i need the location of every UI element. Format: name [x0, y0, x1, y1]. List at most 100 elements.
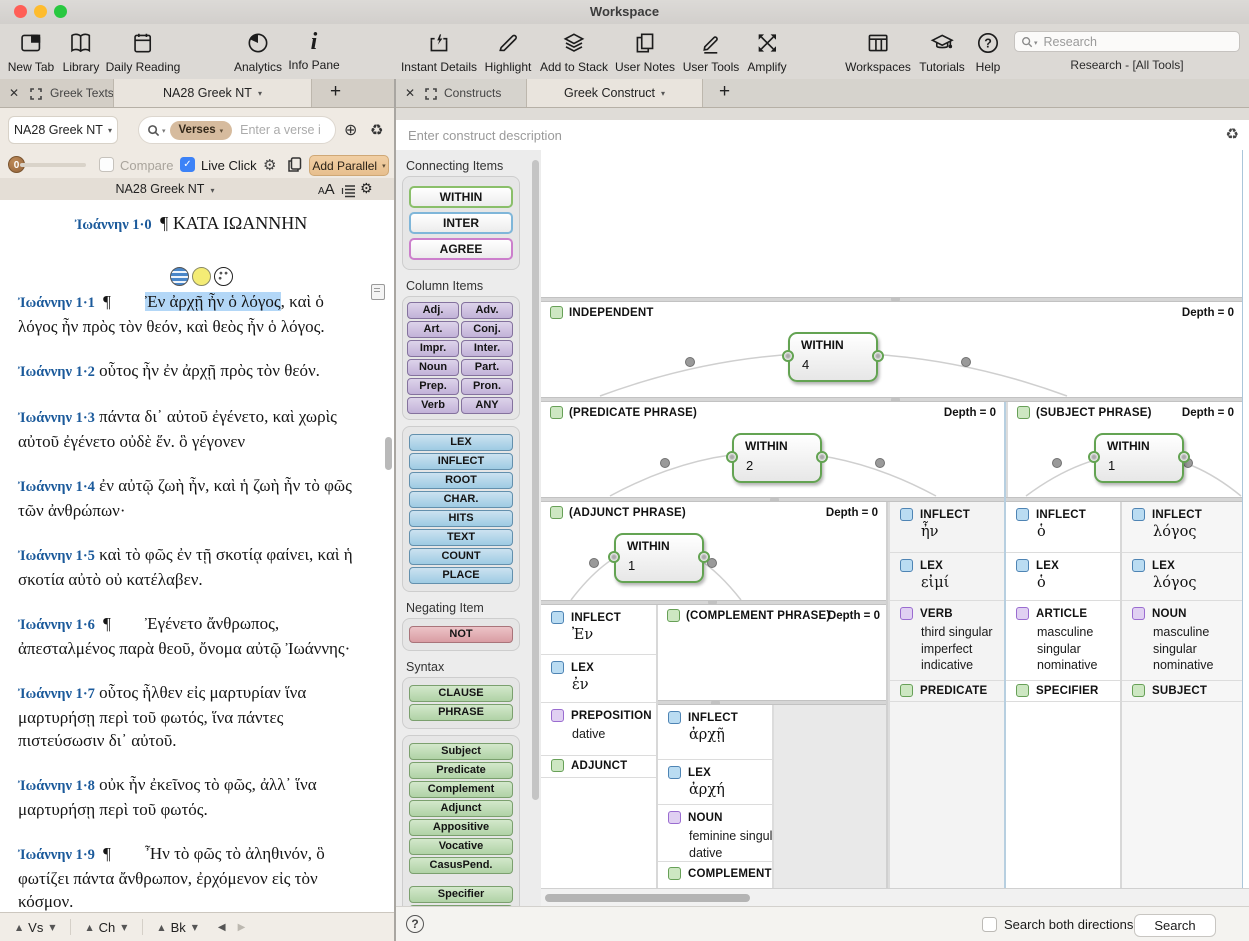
up-arrow-icon[interactable]: ▲	[16, 923, 22, 932]
toolbar-amplify[interactable]: Amplify	[747, 28, 786, 74]
pos-cell[interactable]: NOUN feminine singular dative	[658, 805, 772, 862]
palette-button-subject[interactable]: Subject	[409, 743, 513, 760]
adjunct-item-column[interactable]: INFLECT Ἐν LEX ἐν PREPOSITION dative ADJ…	[541, 605, 656, 888]
connector-port[interactable]	[782, 350, 794, 362]
verse-ref[interactable]: Ἰωάννην 1·1	[18, 295, 95, 311]
verse-ref[interactable]: Ἰωάννην 1·7	[18, 686, 95, 702]
verse-ref[interactable]: Ἰωάννην 1·6	[18, 617, 95, 633]
connector-port[interactable]	[698, 551, 710, 563]
scrollbar-thumb[interactable]	[545, 894, 750, 902]
role-cell[interactable]: COMPLEMENT	[658, 862, 772, 888]
role-cell[interactable]: SUBJECT	[1122, 681, 1242, 702]
lex-cell[interactable]: LEX λόγος	[1122, 553, 1242, 601]
toolbar-analytics[interactable]: Analytics	[234, 28, 282, 74]
within-node-predicate[interactable]: WITHIN 2	[732, 433, 822, 483]
verse-ref[interactable]: Ἰωάννην 1·5	[18, 548, 95, 564]
hits-slider-track[interactable]	[20, 163, 86, 167]
specifier-item-column[interactable]: INFLECT ὁ LEX ὁ ARTICLE masculine singul…	[1006, 502, 1120, 888]
research-input[interactable]	[1042, 34, 1206, 50]
verse-input[interactable]	[238, 122, 326, 138]
tab-greek-construct[interactable]: Greek Construct▾	[526, 79, 703, 107]
search-both-directions-checkbox[interactable]	[982, 917, 997, 932]
lex-cell[interactable]: LEX ἐν	[541, 655, 656, 703]
verse-ref[interactable]: Ἰωάννην 1·0	[75, 217, 152, 233]
palette-button-hits[interactable]: HITS	[409, 510, 513, 527]
toolbar-workspaces[interactable]: Workspaces	[845, 28, 911, 74]
palette-button-predicate[interactable]: Predicate	[409, 762, 513, 779]
yellow-dot-marker-icon[interactable]	[192, 267, 211, 286]
search-button[interactable]: Search	[1134, 914, 1216, 937]
toolbar-help[interactable]: ? Help	[975, 28, 1001, 74]
gear-icon[interactable]: ⚙	[360, 181, 373, 197]
palette-button-agree[interactable]: AGREE	[409, 238, 513, 260]
column-divider[interactable]	[656, 605, 658, 888]
verse-ref[interactable]: Ἰωάννην 1·3	[18, 410, 95, 426]
predicate-item-column[interactable]: INFLECT ἦν LEX εἰμί VERB third singular …	[890, 502, 1004, 888]
toolbar-new-tab[interactable]: New Tab	[8, 28, 54, 74]
resize-notch[interactable]	[891, 297, 900, 301]
palette-button-char[interactable]: CHAR.	[409, 491, 513, 508]
palette-button-verb[interactable]: Verb	[407, 397, 459, 414]
verse-ref[interactable]: Ἰωάννην 1·9	[18, 847, 95, 863]
connector-port[interactable]	[608, 551, 620, 563]
palette-button-noun[interactable]: Noun	[407, 359, 459, 376]
palette-button-part[interactable]: Part.	[461, 359, 513, 376]
connector-port[interactable]	[1088, 451, 1100, 463]
forward-arrow-icon[interactable]: ▶	[238, 922, 246, 933]
palette-button-phrase[interactable]: PHRASE	[409, 704, 513, 721]
pos-cell[interactable]: ARTICLE masculine singular nominative	[1006, 601, 1120, 681]
search-scope-pill[interactable]: Verses▾	[170, 121, 233, 140]
canvas-vertical-scrollbar[interactable]	[1242, 150, 1249, 890]
palette-button-appositive[interactable]: Appositive	[409, 819, 513, 836]
palette-button-inflect[interactable]: INFLECT	[409, 453, 513, 470]
subject-item-column[interactable]: INFLECT λόγος LEX λόγος NOUN masculine s…	[1122, 502, 1242, 888]
palette-button-clause[interactable]: CLAUSE	[409, 685, 513, 702]
selected-text[interactable]: Ἐν ἀρχῇ ἦν ὁ λόγος	[145, 292, 281, 311]
lex-cell[interactable]: LEX ὁ	[1006, 553, 1120, 601]
lex-cell[interactable]: LEX εἰμί	[890, 553, 1004, 601]
research-search-field[interactable]: ▾	[1014, 31, 1240, 52]
palette-button-any[interactable]: ANY	[461, 397, 513, 414]
expand-icon[interactable]	[425, 87, 437, 105]
row-separator[interactable]	[541, 497, 1242, 502]
canvas-horizontal-scrollbar[interactable]	[541, 888, 1249, 906]
pages-icon[interactable]	[286, 156, 303, 178]
inflect-cell[interactable]: INFLECT λόγος	[1122, 502, 1242, 553]
expand-icon[interactable]	[30, 87, 42, 105]
up-arrow-icon[interactable]: ▲	[86, 923, 92, 932]
column-divider[interactable]	[886, 502, 888, 888]
palette-button-lex[interactable]: LEX	[409, 434, 513, 451]
within-node-subject[interactable]: WITHIN 1	[1094, 433, 1184, 483]
palette-scrollbar-thumb[interactable]	[532, 160, 539, 800]
palette-button-impr[interactable]: Impr.	[407, 340, 459, 357]
resize-notch[interactable]	[770, 498, 779, 502]
lex-cell[interactable]: LEX ἀρχή	[658, 760, 772, 805]
pos-cell[interactable]: NOUN masculine singular nominative	[1122, 601, 1242, 681]
pos-cell[interactable]: VERB third singular imperfect indicative	[890, 601, 1004, 681]
palette-button-not[interactable]: NOT	[409, 626, 513, 643]
inflect-cell[interactable]: INFLECT Ἐν	[541, 605, 656, 655]
scripture-text-pane[interactable]: Ἰωάννην 1·0 ¶ ΚΑΤΑ ΙΩΑΝΝΗΝ Ἰωάννην 1·1 ¶…	[0, 200, 394, 912]
back-arrow-icon[interactable]: ◀	[218, 922, 226, 933]
palette-button-vocative[interactable]: Vocative	[409, 838, 513, 855]
inflect-cell[interactable]: INFLECT ὁ	[1006, 502, 1120, 553]
toolbar-daily-reading[interactable]: Daily Reading	[106, 28, 181, 74]
connector-port[interactable]	[872, 350, 884, 362]
live-click-checkbox[interactable]: ✓	[180, 157, 195, 172]
up-arrow-icon[interactable]: ▲	[158, 923, 164, 932]
text-scrollbar-thumb[interactable]	[385, 437, 392, 470]
down-arrow-icon[interactable]: ▼	[49, 923, 55, 932]
palette-button-conj[interactable]: Conj.	[461, 321, 513, 338]
complement-item-column[interactable]: INFLECT ἀρχῇ LEX ἀρχή NOUN feminine sing…	[658, 705, 772, 888]
role-cell[interactable]: ADJUNCT	[541, 756, 656, 778]
row-separator[interactable]	[658, 700, 886, 705]
toolbar-info-pane[interactable]: i Info Pane	[288, 28, 339, 72]
construct-canvas[interactable]: INDEPENDENT Depth = 0 (PREDICATE PHRASE)…	[541, 150, 1249, 906]
palette-marker-icon[interactable]	[214, 267, 233, 286]
pos-cell[interactable]: PREPOSITION dative	[541, 703, 656, 756]
add-parallel-button[interactable]: Add Parallel▾	[309, 155, 389, 176]
resize-notch[interactable]	[891, 398, 900, 402]
inflect-cell[interactable]: INFLECT ἦν	[890, 502, 1004, 553]
verse-ref[interactable]: Ἰωάννην 1·2	[18, 364, 95, 380]
gear-icon[interactable]: ⚙	[263, 156, 276, 174]
